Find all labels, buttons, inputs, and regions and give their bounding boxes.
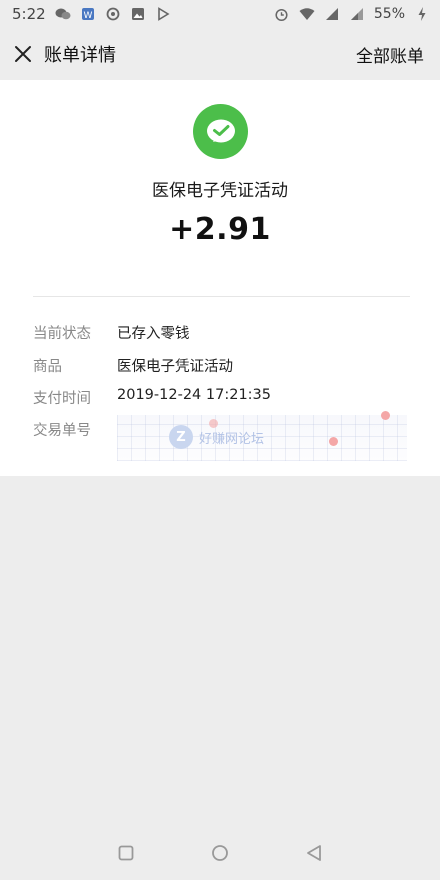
close-icon[interactable] <box>12 43 34 65</box>
play-store-icon <box>155 6 171 22</box>
status-bar: 5:22 W 55% <box>0 0 440 28</box>
status-right: 55% <box>274 6 430 22</box>
wechat-pay-logo-icon <box>193 104 248 159</box>
watermark-logo: Z <box>169 425 193 449</box>
detail-value: 医保电子凭证活动 <box>117 359 233 375</box>
signal-icon <box>324 6 340 22</box>
wechat-icon <box>55 6 71 22</box>
wifi-icon <box>299 6 315 22</box>
merchant-name: 医保电子凭证活动 <box>152 181 288 201</box>
detail-label: 当前状态 <box>33 326 91 342</box>
signal-icon <box>349 6 365 22</box>
detail-row-transaction-id: 交易单号 Z 好赚网论坛 <box>33 411 413 461</box>
bill-card: 医保电子凭证活动 +2.91 当前状态 已存入零钱 商品 医保电子凭证活动 支付… <box>0 80 440 476</box>
screen: 5:22 W 55% 账单详情 全部账单 医保电子凭证活动 +2.91 当前状态… <box>0 0 440 880</box>
detail-label: 支付时间 <box>33 391 91 407</box>
system-nav-bar <box>0 826 440 880</box>
detail-label: 商品 <box>33 359 62 375</box>
all-bills-button[interactable]: 全部账单 <box>356 42 424 67</box>
detail-row-status: 当前状态 已存入零钱 <box>33 322 413 343</box>
status-time: 5:22 <box>12 5 46 23</box>
battery-level: 55% <box>373 6 405 22</box>
back-icon[interactable] <box>303 842 325 864</box>
detail-value: 已存入零钱 <box>117 326 190 342</box>
watermark-text: 好赚网论坛 <box>199 432 265 447</box>
peach-icon <box>329 437 338 446</box>
charging-icon <box>414 6 430 22</box>
image-icon <box>130 6 146 22</box>
peach-icon <box>381 411 390 420</box>
status-left: 5:22 W <box>12 5 171 23</box>
detail-row-product: 商品 医保电子凭证活动 <box>33 355 413 376</box>
detail-row-pay-time: 支付时间 2019-12-24 17:21:35 <box>33 387 413 408</box>
netease-icon <box>105 6 121 22</box>
recents-icon[interactable] <box>115 842 137 864</box>
alarm-icon <box>274 6 290 22</box>
app-header: 账单详情 全部账单 <box>0 28 440 80</box>
header-left: 账单详情 <box>12 41 116 67</box>
transaction-id-obscured: Z 好赚网论坛 <box>117 411 407 461</box>
detail-label: 交易单号 <box>33 423 91 439</box>
peach-icon <box>209 419 218 428</box>
page-title: 账单详情 <box>44 45 116 66</box>
weibo-icon: W <box>80 6 96 22</box>
detail-value: 2019-12-24 17:21:35 <box>117 387 271 403</box>
home-icon[interactable] <box>209 842 231 864</box>
svg-text:W: W <box>83 11 92 21</box>
transaction-amount: +2.91 <box>169 212 271 247</box>
divider <box>33 296 410 297</box>
